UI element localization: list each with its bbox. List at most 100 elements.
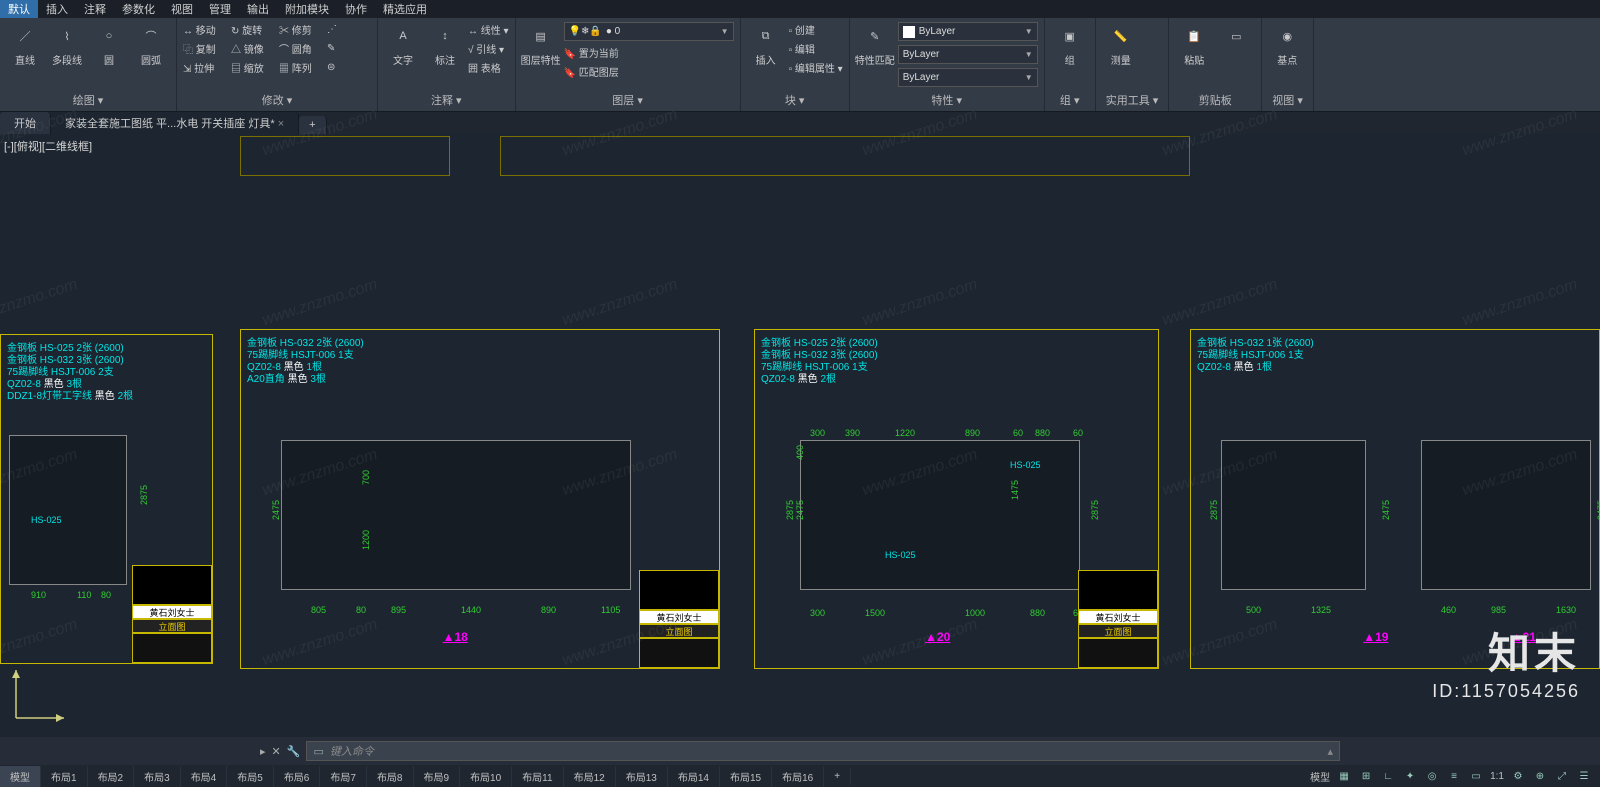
menu-视图[interactable]: 视图 [163, 0, 201, 18]
annotate-tool[interactable]: 囲 表格 [468, 60, 501, 75]
dimension: 1500 [865, 608, 885, 618]
panel-modify-caption[interactable]: 修改 ▾ [183, 92, 371, 111]
isolate-icon[interactable]: ⊕ [1532, 768, 1548, 784]
new-tab-button[interactable]: + [299, 116, 326, 134]
property-dropdown-0[interactable]: ByLayer▼ [898, 22, 1038, 41]
modify-tool[interactable]: ▤ 缩放 [231, 60, 275, 75]
command-input[interactable]: ▭ 键入命令 ▴ [306, 741, 1340, 761]
layout-tab-布局16[interactable]: 布局16 [772, 766, 824, 787]
menu-默认[interactable]: 默认 [0, 0, 38, 18]
draw-直线[interactable]: ／ 直线 [6, 22, 44, 67]
customize-icon[interactable]: ☰ [1576, 768, 1592, 784]
layout-tab-布局4[interactable]: 布局4 [181, 766, 228, 787]
layout-tab-布局2[interactable]: 布局2 [88, 766, 135, 787]
elevation [1421, 440, 1591, 590]
modify-tool[interactable]: ⌒ 圆角 [279, 41, 323, 56]
layout-tab-布局1[interactable]: 布局1 [41, 766, 88, 787]
modify-tool[interactable]: ↻ 旋转 [231, 22, 275, 37]
layout-tab-布局5[interactable]: 布局5 [227, 766, 274, 787]
ortho-icon[interactable]: ∟ [1380, 768, 1396, 784]
customize-command-icon[interactable]: 🔧 [287, 745, 301, 758]
menu-精选应用[interactable]: 精选应用 [375, 0, 435, 18]
layout-tab-布局12[interactable]: 布局12 [564, 766, 616, 787]
menu-参数化[interactable]: 参数化 [114, 0, 163, 18]
layout-tab-布局15[interactable]: 布局15 [720, 766, 772, 787]
settings-icon[interactable]: ⚙ [1510, 768, 1526, 784]
draw-圆弧[interactable]: ⌒ 圆弧 [132, 22, 170, 67]
layout-tab-布局7[interactable]: 布局7 [320, 766, 367, 787]
annotate-tool[interactable]: ↔ 线性 ▾ [468, 22, 509, 37]
snap-icon[interactable]: ⊞ [1358, 768, 1374, 784]
fullscreen-icon[interactable]: ⤢ [1554, 768, 1570, 784]
layout-tab-布局6[interactable]: 布局6 [274, 766, 321, 787]
block-tool[interactable]: ▫ 编辑属性 ▾ [789, 60, 843, 75]
layer-properties-button[interactable]: ▤图层特性 [522, 22, 560, 67]
polar-icon[interactable]: ✦ [1402, 768, 1418, 784]
多段线-icon: ⌇ [53, 22, 81, 50]
ribbon: ／ 直线 ⌇ 多段线 ○ 圆 ⌒ 圆弧 绘图 ▾ ↔ 移动 ↻ 旋转 ✂ 修剪 ⋰ ⿻ … [0, 18, 1600, 112]
menu-管理[interactable]: 管理 [201, 0, 239, 18]
modify-tool[interactable]: ▦ 阵列 [279, 60, 323, 75]
text-button[interactable]: A文字 [384, 22, 422, 67]
modify-tool[interactable]: △ 镜像 [231, 41, 275, 56]
block-tool[interactable]: ▫ 编辑 [789, 41, 815, 56]
modify-tool[interactable]: ⊜ [327, 62, 371, 73]
model-space-toggle[interactable]: 模型 [1310, 769, 1330, 784]
layout-tab-模型[interactable]: 模型 [0, 766, 41, 787]
menu-输出[interactable]: 输出 [239, 0, 277, 18]
menu-插入[interactable]: 插入 [38, 0, 76, 18]
block-tool[interactable]: ▫ 创建 [789, 22, 815, 37]
recent-commands-icon[interactable]: ▸ [260, 745, 266, 758]
menu-附加模块[interactable]: 附加模块 [277, 0, 337, 18]
scale-display[interactable]: 1:1 [1490, 771, 1504, 782]
panel-draw-caption[interactable]: 绘图 ▾ [6, 92, 170, 111]
menu-注释[interactable]: 注释 [76, 0, 114, 18]
layout-tab-布局10[interactable]: 布局10 [460, 766, 512, 787]
osnap-icon[interactable]: ◎ [1424, 768, 1440, 784]
modify-tool[interactable]: ↔ 移动 [183, 22, 227, 37]
layout-tab-布局11[interactable]: 布局11 [512, 766, 563, 787]
basepoint-button[interactable]: ◉基点 [1268, 22, 1306, 67]
drawing-viewport[interactable]: [-][俯视][二维线框] 金钢板 HS-025 2张 (2600)金钢板 HS… [0, 134, 1600, 730]
group-button[interactable]: ▣组 [1051, 22, 1089, 67]
viewport-controls[interactable]: [-][俯视][二维线框] [4, 138, 92, 154]
layout-tab-布局14[interactable]: 布局14 [668, 766, 720, 787]
property-dropdown-1[interactable]: ByLayer▼ [898, 45, 1038, 64]
layer-dropdown[interactable]: 💡❄🔒● 0▼ [564, 22, 734, 41]
layout-add-button[interactable]: + [824, 768, 851, 785]
paste-button[interactable]: 📋粘贴 [1175, 22, 1213, 67]
cycling-icon[interactable]: ▭ [1468, 768, 1484, 784]
sheet-button[interactable]: ▭ [1217, 22, 1255, 52]
modify-tool[interactable]: ✂ 修剪 [279, 22, 323, 37]
sheet-icon: ▭ [1222, 22, 1250, 50]
layout-tab-布局3[interactable]: 布局3 [134, 766, 181, 787]
menu-协作[interactable]: 协作 [337, 0, 375, 18]
grid-icon[interactable] [1336, 768, 1352, 784]
tab-document[interactable]: 家装全套施工图纸 平...水电 开关插座 灯具* × [51, 112, 299, 134]
command-menu-icon[interactable]: ▴ [1327, 745, 1333, 758]
drawing-frame-2: 金钢板 HS-025 2张 (2600)金钢板 HS-032 3张 (2600)… [754, 329, 1159, 669]
layout-tab-布局8[interactable]: 布局8 [367, 766, 414, 787]
draw-圆[interactable]: ○ 圆 [90, 22, 128, 67]
insert-block-button[interactable]: ⧉插入 [747, 22, 785, 67]
property-dropdown-2[interactable]: ByLayer▼ [898, 68, 1038, 87]
draw-多段线[interactable]: ⌇ 多段线 [48, 22, 86, 67]
layout-tab-布局9[interactable]: 布局9 [414, 766, 461, 787]
match-properties-button[interactable]: ✎特性匹配 [856, 22, 894, 67]
annotate-tool[interactable]: √ 引线 ▾ [468, 41, 504, 56]
dim-button[interactable]: ↕标注 [426, 22, 464, 67]
close-tab-icon[interactable]: × [278, 118, 284, 130]
measure-button[interactable]: 📏测量 [1102, 22, 1140, 67]
command-placeholder: 键入命令 [330, 743, 374, 759]
drawing-frame-1: 金钢板 HS-032 2张 (2600)75踢脚线 HSJT-006 1支QZ0… [240, 329, 720, 669]
modify-tool[interactable]: ⿻ 复制 [183, 41, 227, 56]
tab-start[interactable]: 开始 [0, 112, 51, 134]
modify-tool[interactable]: ⇲ 拉伸 [183, 60, 227, 75]
layout-tab-布局13[interactable]: 布局13 [616, 766, 668, 787]
layer-tool[interactable]: 🔖 匹配图层 [564, 64, 619, 79]
layer-tool[interactable]: 🔖 置为当前 [564, 45, 619, 60]
close-command-icon[interactable]: ✕ [272, 745, 281, 758]
lineweight-icon[interactable]: ≡ [1446, 768, 1462, 784]
modify-tool[interactable]: ⋰ [327, 24, 371, 35]
modify-tool[interactable]: ✎ [327, 43, 371, 54]
